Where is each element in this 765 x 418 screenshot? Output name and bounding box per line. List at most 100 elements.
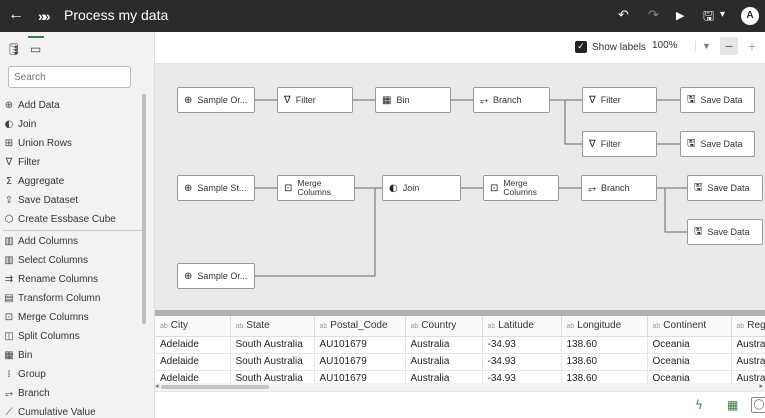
flow-node-save-data[interactable]: 🖫 Save Data bbox=[687, 219, 763, 245]
table-row[interactable]: Adelaide South Australia AU101679 Australia… bbox=[155, 353, 765, 371]
step-icon: ◫ bbox=[4, 331, 14, 342]
table-cell: AU101679 bbox=[314, 336, 406, 354]
flow-node-filter[interactable]: ∇ Filter bbox=[582, 131, 657, 157]
flow-node-branch[interactable]: ⥅ Branch bbox=[473, 87, 550, 113]
show-labels-checkbox[interactable]: ✓ bbox=[575, 41, 587, 53]
steps-tab-icon[interactable]: ▭ bbox=[27, 36, 45, 56]
redo-icon[interactable]: ↷ bbox=[648, 7, 659, 23]
run-icon[interactable]: ▶ bbox=[676, 9, 684, 22]
node-icon: ⊕ bbox=[184, 94, 193, 106]
zoom-in-button[interactable]: + bbox=[743, 37, 761, 55]
user-avatar[interactable]: A bbox=[741, 7, 759, 25]
flash-icon[interactable]: ϟ bbox=[695, 398, 703, 412]
flow-node-filter[interactable]: ∇ Filter bbox=[277, 87, 353, 113]
table-row[interactable]: Adelaide South Australia AU101679 Australia… bbox=[155, 336, 765, 354]
step-item-branch[interactable]: ⥅ Branch bbox=[3, 384, 143, 403]
data-tab-icon[interactable]: 🛢 bbox=[6, 42, 21, 56]
scroll-left-icon[interactable]: ◂ bbox=[155, 382, 159, 390]
column-header[interactable]: ab Longitude bbox=[561, 316, 648, 337]
scroll-thumb[interactable] bbox=[161, 385, 269, 389]
step-item-rename-columns[interactable]: ⇉ Rename Columns bbox=[3, 270, 143, 289]
flow-node-save-data[interactable]: 🖫 Save Data bbox=[680, 131, 755, 157]
step-label: Bin bbox=[18, 350, 33, 361]
table-cell: Australia bbox=[405, 353, 483, 371]
grid-view-icon[interactable]: ▦ bbox=[727, 398, 738, 412]
step-label: Merge Columns bbox=[18, 312, 89, 323]
node-icon: 🖫 bbox=[687, 93, 696, 105]
step-item-create-essbase-cube[interactable]: ⬡ Create Essbase Cube bbox=[3, 210, 143, 229]
chat-icon[interactable]: ◯ bbox=[751, 397, 765, 413]
column-header[interactable]: ab City bbox=[155, 316, 231, 337]
flow-node-bin[interactable]: ▦ Bin bbox=[375, 87, 451, 113]
step-label: Join bbox=[18, 119, 37, 130]
search-input[interactable] bbox=[8, 66, 131, 88]
flow-node-sample-or[interactable]: ⊕ Sample Or... bbox=[177, 87, 255, 113]
grid-horizontal-scrollbar[interactable]: ◂ ▸ bbox=[155, 383, 765, 391]
flow-node-save-data[interactable]: 🖫 Save Data bbox=[687, 175, 763, 201]
node-icon: ◐ bbox=[389, 182, 398, 194]
node-icon: 🖫 bbox=[687, 137, 696, 149]
step-item-save-dataset[interactable]: ⇪ Save Dataset bbox=[3, 191, 143, 210]
node-icon: ∇ bbox=[589, 138, 596, 150]
list-separator bbox=[3, 230, 143, 231]
node-label: Save Data bbox=[700, 95, 743, 105]
data-flow-canvas[interactable]: ⊕ Sample Or... ∇ Filter ▦ Bin ⥅ Branch ∇ Filter 🖫 S… bbox=[155, 64, 765, 310]
step-list: ⊕ Add Data ◐ Join ⊞ Union Rows ∇ Filter Σ Aggrega… bbox=[3, 96, 143, 418]
flow-node-merge-columns[interactable]: ⊡ Merge Columns bbox=[277, 175, 355, 201]
step-item-merge-columns[interactable]: ⊡ Merge Columns bbox=[3, 308, 143, 327]
column-header[interactable]: ab Country bbox=[405, 316, 483, 337]
step-item-union-rows[interactable]: ⊞ Union Rows bbox=[3, 134, 143, 153]
step-icon: ⁞ bbox=[7, 369, 11, 380]
show-labels-label: Show labels bbox=[592, 42, 646, 53]
flow-node-branch[interactable]: ⥅ Branch bbox=[581, 175, 657, 201]
step-item-filter[interactable]: ∇ Filter bbox=[3, 153, 143, 172]
step-item-add-columns[interactable]: ▥ Add Columns bbox=[3, 232, 143, 251]
scroll-right-icon[interactable]: ▸ bbox=[759, 382, 763, 390]
step-icon: ⥅ bbox=[5, 388, 13, 399]
flow-node-save-data[interactable]: 🖫 Save Data bbox=[680, 87, 755, 113]
step-icon: ▤ bbox=[4, 293, 14, 304]
step-item-add-data[interactable]: ⊕ Add Data bbox=[3, 96, 143, 115]
undo-icon[interactable]: ↶ bbox=[618, 7, 629, 23]
left-panel: 🛢 ▭ ⊕ Add Data ◐ Join ⊞ Union Rows ∇ Filter Σ Agg… bbox=[0, 32, 155, 418]
step-label: Rename Columns bbox=[18, 274, 99, 285]
save-icon[interactable]: 🖫 bbox=[703, 7, 714, 29]
step-icon: ⟋ bbox=[5, 407, 13, 418]
step-icon: ⇪ bbox=[4, 195, 14, 206]
node-label: Branch bbox=[601, 183, 630, 193]
text-type-icon: ab bbox=[410, 323, 419, 331]
step-item-aggregate[interactable]: Σ Aggregate bbox=[3, 172, 143, 191]
column-header-label: Continent bbox=[663, 320, 707, 332]
step-label: Transform Column bbox=[18, 293, 101, 304]
flow-node-sample-or[interactable]: ⊕ Sample Or... bbox=[177, 263, 255, 289]
step-icon: ⇉ bbox=[4, 274, 14, 285]
step-item-bin[interactable]: ▦ Bin bbox=[3, 346, 143, 365]
flow-node-join[interactable]: ◐ Join bbox=[382, 175, 461, 201]
flow-node-filter[interactable]: ∇ Filter bbox=[582, 87, 657, 113]
column-header[interactable]: ab Postal_Code bbox=[314, 316, 406, 337]
data-preview-grid: ab City ab State ab Postal_Code ab Country ab Lat… bbox=[155, 316, 765, 390]
step-item-select-columns[interactable]: ▥ Select Columns bbox=[3, 251, 143, 270]
column-header[interactable]: ab Latitude bbox=[482, 316, 562, 337]
node-icon: ⊕ bbox=[184, 182, 193, 194]
left-panel-scrollbar[interactable] bbox=[142, 94, 146, 324]
flow-node-sample-st[interactable]: ⊕ Sample St... bbox=[177, 175, 255, 201]
step-item-join[interactable]: ◐ Join bbox=[3, 115, 143, 134]
back-arrow-icon[interactable]: ← bbox=[8, 6, 24, 24]
column-header[interactable]: ab Continent bbox=[647, 316, 732, 337]
step-item-cumulative-value[interactable]: ⟋ Cumulative Value bbox=[3, 403, 143, 418]
step-item-transform-column[interactable]: ▤ Transform Column bbox=[3, 289, 143, 308]
save-menu-chevron-icon[interactable]: ▾ bbox=[720, 9, 725, 20]
table-cell: 138.60 bbox=[561, 336, 648, 354]
step-item-split-columns[interactable]: ◫ Split Columns bbox=[3, 327, 143, 346]
table-cell: -34.93 bbox=[482, 336, 562, 354]
column-header[interactable]: ab State bbox=[230, 316, 315, 337]
table-cell: Australia and New Zealand bbox=[731, 353, 765, 371]
zoom-out-button[interactable]: − bbox=[720, 37, 738, 55]
zoom-dropdown-icon[interactable]: ▼ bbox=[695, 41, 711, 51]
node-icon: ▦ bbox=[382, 94, 392, 106]
step-item-group[interactable]: ⁞ Group bbox=[3, 365, 143, 384]
column-header[interactable]: abRegion bbox=[731, 316, 765, 337]
zoom-level[interactable]: 100% bbox=[652, 40, 678, 51]
flow-node-merge-columns[interactable]: ⊡ Merge Columns bbox=[483, 175, 559, 201]
